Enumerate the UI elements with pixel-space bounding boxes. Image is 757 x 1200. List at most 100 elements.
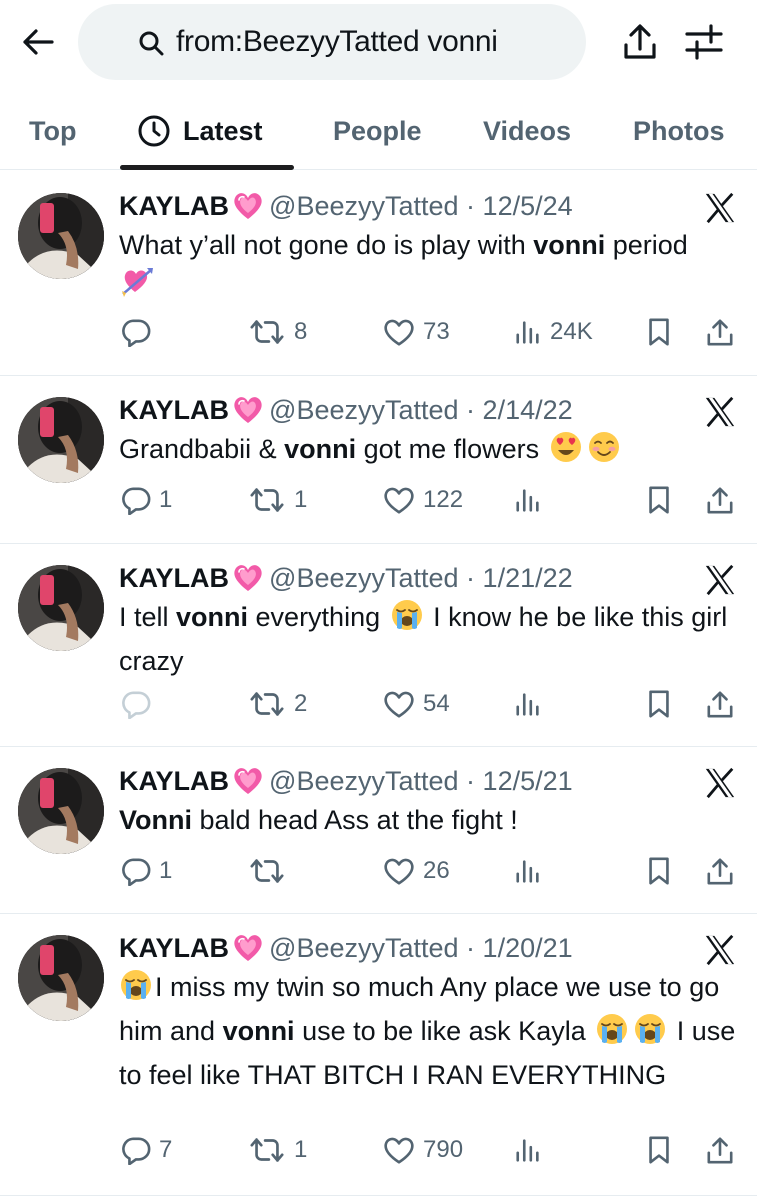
tweet-header: KAYLAB @BeezyyTatted · 1/20/21 (119, 930, 573, 966)
share-button[interactable] (706, 312, 734, 352)
tweet-card[interactable]: KAYLAB @BeezyyTatted · 1/20/21 I miss my… (0, 914, 757, 1196)
reply-icon (121, 689, 151, 719)
tab-videos[interactable]: Videos (483, 92, 571, 170)
separator-dot: · (458, 932, 483, 963)
views-button[interactable] (514, 684, 550, 724)
tweet-actions: 8 73 24K (0, 312, 757, 352)
heart-with-arrow-emoji (121, 264, 155, 308)
tweet-header: KAYLAB @BeezyyTatted · 12/5/21 (119, 763, 573, 799)
retweet-count: 1 (294, 1136, 308, 1163)
bookmark-button[interactable] (646, 684, 672, 724)
search-highlight: vonni (284, 434, 357, 464)
avatar[interactable] (18, 397, 104, 483)
tab-people[interactable]: People (333, 92, 422, 170)
tweet-actions: 2 54 (0, 684, 757, 724)
like-button[interactable]: 73 (383, 312, 450, 352)
like-count: 26 (423, 857, 450, 884)
retweet-button[interactable] (248, 851, 294, 891)
reply-button[interactable] (121, 312, 159, 352)
like-button[interactable]: 122 (383, 480, 463, 520)
share-button[interactable] (706, 684, 734, 724)
like-icon (383, 856, 415, 886)
like-icon (383, 317, 415, 347)
tweet-text: Grandbabii & vonni got me flowers (119, 430, 739, 474)
avatar[interactable] (18, 565, 104, 651)
loudly-crying-emoji (595, 1012, 629, 1056)
tab-photos[interactable]: Photos (633, 92, 725, 170)
tweet-actions: 1 1 122 (0, 480, 757, 520)
views-button[interactable]: 24K (514, 312, 593, 352)
pink-heart-icon (231, 764, 265, 798)
retweet-button[interactable]: 1 (248, 480, 307, 520)
tweet-date: 12/5/21 (482, 765, 573, 796)
tweet-date: 1/20/21 (482, 932, 573, 963)
loudly-crying-emoji (633, 1012, 667, 1056)
x-logo-icon (702, 932, 738, 968)
back-button[interactable] (18, 22, 58, 62)
like-button[interactable]: 790 (383, 1130, 463, 1170)
bookmark-icon (646, 485, 672, 515)
view-count: 24K (550, 318, 593, 345)
bookmark-button[interactable] (646, 480, 672, 520)
share-button[interactable] (706, 851, 734, 891)
smiling-blush-emoji (587, 430, 621, 474)
like-count: 122 (423, 486, 464, 513)
tab-latest[interactable]: Latest (137, 92, 263, 170)
views-icon (514, 485, 542, 515)
like-icon (383, 1135, 415, 1165)
x-logo-icon (702, 562, 738, 598)
text-segment: bald head Ass at the fight ! (191, 805, 518, 835)
search-header (0, 0, 757, 92)
reply-button[interactable]: 1 (121, 851, 172, 891)
views-button[interactable] (514, 1130, 550, 1170)
text-segment: use to be like ask Kayla (294, 1016, 594, 1046)
views-button[interactable] (514, 480, 550, 520)
user-handle: @BeezyyTatted (269, 765, 459, 796)
like-count: 73 (423, 318, 450, 345)
pink-heart-icon (231, 189, 265, 223)
like-button[interactable]: 54 (383, 684, 450, 724)
bookmark-button[interactable] (646, 851, 672, 891)
separator-dot: · (458, 190, 483, 221)
views-icon (514, 1135, 542, 1165)
tweet-card[interactable]: KAYLAB @BeezyyTatted · 2/14/22 Grandbabi… (0, 376, 757, 544)
avatar[interactable] (18, 935, 104, 1021)
retweet-button[interactable]: 2 (248, 684, 307, 724)
reply-count: 1 (159, 857, 173, 884)
tab-label: Latest (183, 115, 263, 146)
share-button[interactable] (706, 1130, 734, 1170)
tweet-card[interactable]: KAYLAB @BeezyyTatted · 12/5/24 What y’al… (0, 170, 757, 376)
avatar[interactable] (18, 768, 104, 854)
display-name: KAYLAB (119, 562, 230, 593)
x-logo-icon (702, 190, 738, 226)
share-icon (706, 485, 734, 515)
retweet-icon (248, 1135, 286, 1165)
tab-top[interactable]: Top (29, 92, 76, 170)
retweet-button[interactable]: 1 (248, 1130, 307, 1170)
reply-button[interactable]: 7 (121, 1130, 172, 1170)
retweet-button[interactable]: 8 (248, 312, 307, 352)
tweet-card[interactable]: KAYLAB @BeezyyTatted · 12/5/21 Vonni bal… (0, 747, 757, 914)
tweet-text: I miss my twin so much Any place we use … (119, 968, 739, 1094)
text-segment: What y’all not gone do is play with (119, 230, 534, 260)
bookmark-button[interactable] (646, 312, 672, 352)
views-button[interactable] (514, 851, 550, 891)
x-logo-icon (702, 765, 738, 801)
tweet-date: 1/21/22 (482, 562, 573, 593)
reply-button[interactable] (121, 684, 159, 724)
tweet-card[interactable]: KAYLAB @BeezyyTatted · 1/21/22 I tell vo… (0, 544, 757, 747)
bookmark-button[interactable] (646, 1130, 672, 1170)
share-search-button[interactable] (618, 20, 662, 64)
search-field[interactable] (78, 4, 586, 80)
search-input[interactable] (176, 25, 586, 59)
tweet-header: KAYLAB @BeezyyTatted · 12/5/24 (119, 188, 573, 224)
like-button[interactable]: 26 (383, 851, 450, 891)
search-filter-button[interactable] (682, 20, 726, 64)
reply-button[interactable]: 1 (121, 480, 172, 520)
share-button[interactable] (706, 480, 734, 520)
pink-heart-icon (231, 393, 265, 427)
search-tabs: Top Latest People Videos Photos (0, 92, 757, 170)
x-logo-icon (702, 394, 738, 430)
tab-label: People (333, 115, 422, 146)
avatar[interactable] (18, 193, 104, 279)
